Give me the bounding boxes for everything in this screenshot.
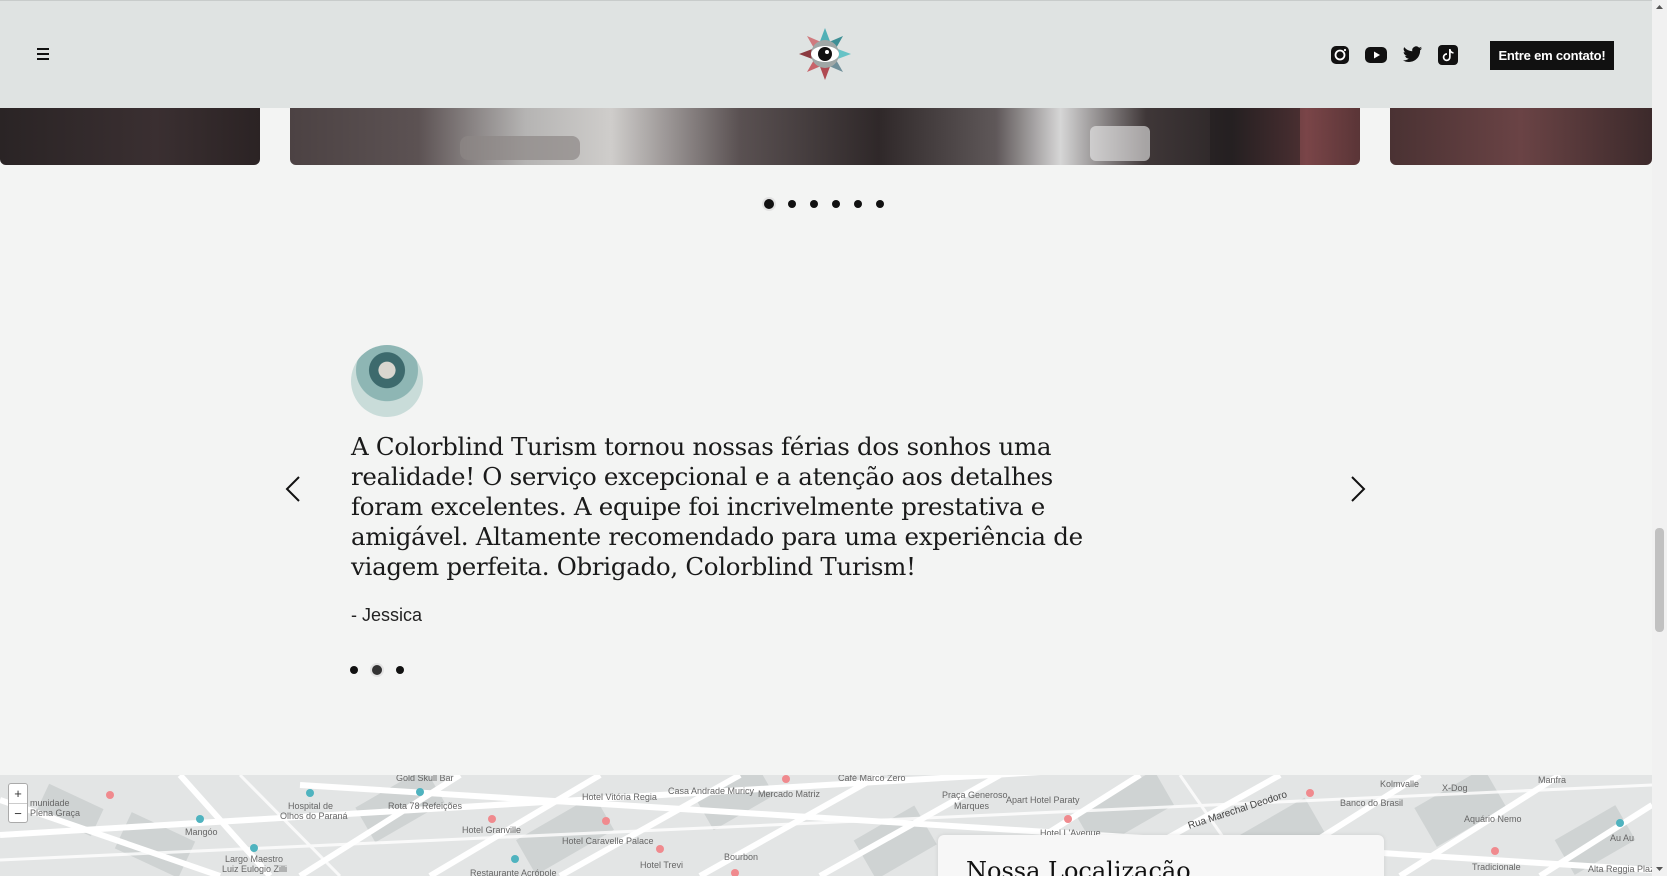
map-label: Banco do Brasil — [1340, 798, 1404, 808]
avatar — [351, 345, 423, 417]
map-label: Au Au — [1610, 833, 1635, 843]
carousel-dot-1[interactable] — [764, 199, 774, 209]
map-label: Kolmvalle — [1380, 779, 1420, 789]
prev-testimonial-button[interactable] — [278, 472, 308, 506]
scroll-up-icon[interactable] — [1652, 0, 1667, 15]
carousel-pagination — [764, 199, 884, 209]
testimonial-dot-2[interactable] — [372, 665, 382, 675]
map-label: Casa Andrade Muricy — [668, 786, 755, 796]
map-label: Restaurante Acrópole — [470, 868, 557, 876]
social-links — [1328, 43, 1460, 67]
map-label: Tradicionale — [1472, 862, 1521, 872]
testimonial-pagination — [350, 665, 404, 675]
carousel-dot-4[interactable] — [832, 200, 840, 208]
testimonial-dot-3[interactable] — [396, 666, 404, 674]
map-label: Alta Reggia Plaza — [1588, 864, 1652, 874]
carousel-dot-6[interactable] — [876, 200, 884, 208]
map-label: Marques — [954, 801, 990, 811]
scroll-down-icon[interactable] — [1652, 861, 1667, 876]
page: Entre em contato! A Colorblind Turism to… — [0, 0, 1652, 876]
map-label: Manfra — [1538, 775, 1567, 785]
carousel-dot-3[interactable] — [810, 200, 818, 208]
map-label: Rota 78 Refeições — [388, 801, 463, 811]
map-label: munidade — [30, 798, 70, 808]
map-label: Aquário Nemo — [1464, 814, 1522, 824]
map-label: Hotel Vitória Regia — [582, 792, 657, 802]
map-label: Praça Generoso — [942, 790, 1008, 800]
map-label: Hotel Granville — [462, 825, 522, 835]
youtube-icon[interactable] — [1364, 43, 1388, 67]
testimonial-dot-1[interactable] — [350, 666, 358, 674]
map-label: Bourbon — [724, 852, 759, 862]
map-label: Gold Skull Bar — [396, 775, 454, 783]
eye-logo-icon[interactable] — [798, 27, 852, 81]
map-label: Café Marco Zero — [838, 775, 906, 783]
map-label: Hotel Trevi — [640, 860, 684, 870]
next-testimonial-button[interactable] — [1343, 472, 1373, 506]
map-label: Largo Maestro — [225, 854, 284, 864]
map-label: Plena Graça — [30, 808, 81, 818]
zoom-out-button[interactable]: − — [9, 803, 27, 822]
instagram-icon[interactable] — [1328, 43, 1352, 67]
slide-image-detail — [1090, 126, 1150, 161]
map-label: Hospital de — [288, 801, 334, 811]
twitter-icon[interactable] — [1400, 43, 1424, 67]
slide-image-detail — [460, 136, 580, 160]
tiktok-icon[interactable] — [1436, 43, 1460, 67]
hamburger-icon[interactable] — [34, 45, 52, 63]
map-label: Mercado Matriz — [758, 789, 821, 799]
map-zoom-control: + − — [8, 783, 28, 823]
map-label: X-Dog — [1442, 783, 1468, 793]
location-card: Nossa Localização — [938, 835, 1384, 876]
testimonial-quote: A Colorblind Turism tornou nossas férias… — [351, 432, 1083, 581]
contact-button[interactable]: Entre em contato! — [1490, 41, 1614, 70]
carousel-dot-2[interactable] — [788, 200, 796, 208]
page-scrollbar[interactable] — [1652, 0, 1667, 876]
map-label: Olhos do Paraná — [280, 811, 348, 821]
map-label: Apart Hotel Paraty — [1006, 795, 1080, 805]
map-label: Mangóo — [185, 827, 218, 837]
location-title: Nossa Localização — [966, 857, 1191, 876]
carousel-dot-5[interactable] — [854, 200, 862, 208]
testimonial-author: - Jessica — [351, 605, 423, 625]
zoom-in-button[interactable]: + — [9, 784, 27, 803]
scrollbar-thumb[interactable] — [1655, 528, 1664, 632]
site-header: Entre em contato! — [0, 0, 1652, 108]
location-map[interactable]: + − munidade Plena Graça Mangóo Largo Ma… — [0, 775, 1652, 876]
chevron-right-icon — [1351, 476, 1366, 502]
chevron-left-icon — [285, 476, 300, 502]
map-label: Hotel Caravelle Palace — [562, 836, 654, 846]
map-label: Luiz Eulogio Zilli — [222, 864, 288, 874]
